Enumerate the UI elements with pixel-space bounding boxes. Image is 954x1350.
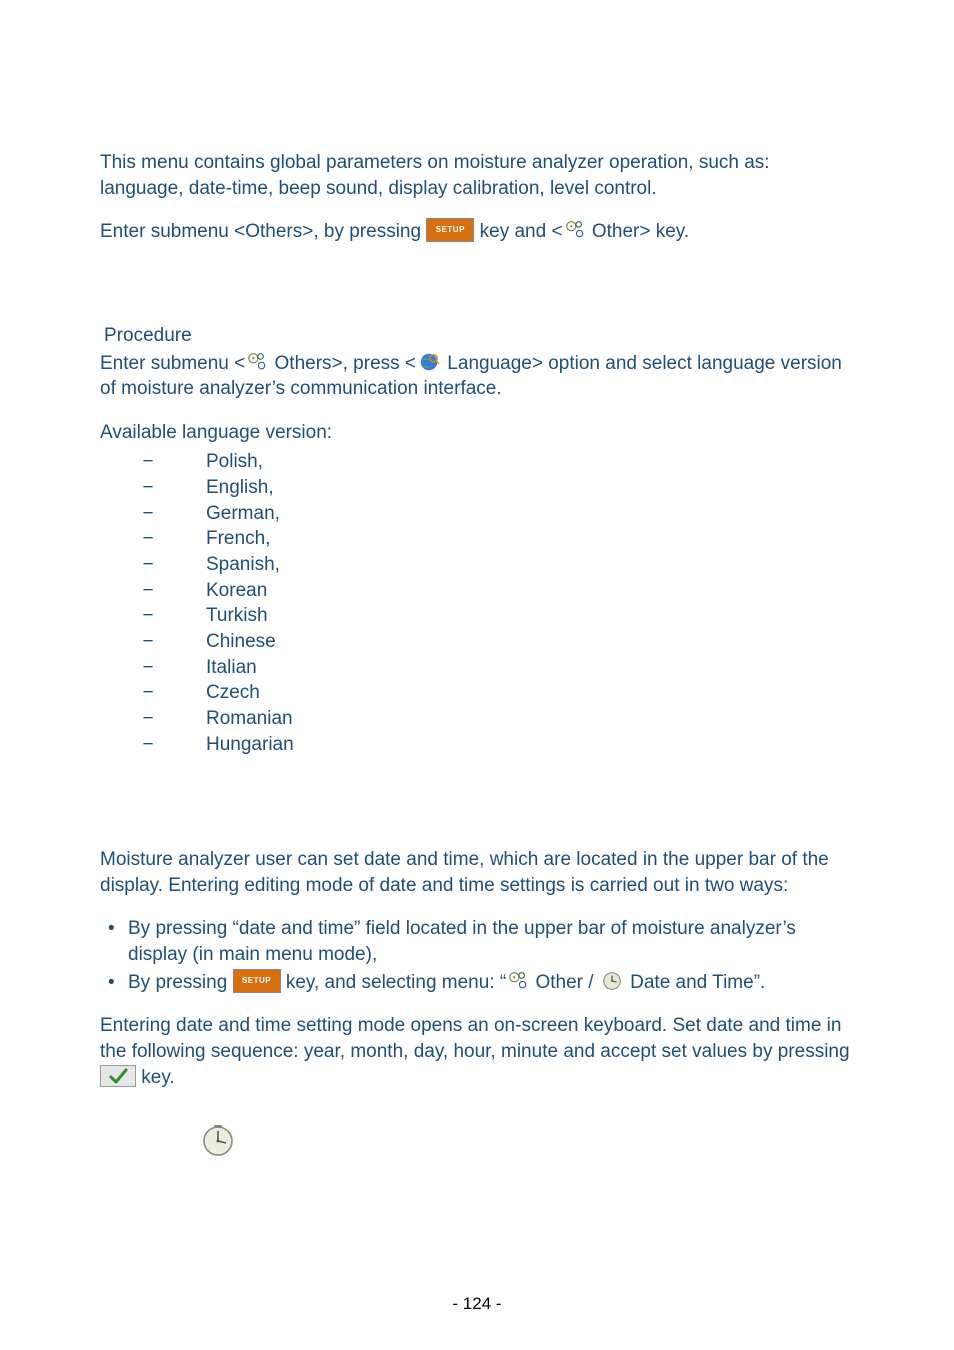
datetime-outro-paragraph: Entering date and time setting mode open… [100,1013,854,1090]
clock-icon [200,1123,236,1157]
check-key-icon [100,1065,136,1087]
gears-icon [564,218,586,240]
text-segment: key, and selecting menu: “ [281,972,507,993]
intro-paragraph: This menu contains global parameters on … [100,150,854,201]
text-segment: By pressing [128,972,233,993]
text-segment: Enter submenu <Others>, by pressing [100,221,426,242]
page-number: - 124 - [0,1293,954,1316]
bullet-dash-icon: − [130,501,166,527]
list-item: − Hungarian [100,732,854,758]
setup-key-icon: SETUP [426,218,474,242]
list-item: − Spanish, [100,552,854,578]
bullet-dash-icon: − [130,680,166,706]
gears-icon [246,350,268,372]
language-name: Turkish [206,603,268,629]
clock-icon [601,970,623,992]
list-item: − Korean [100,578,854,604]
list-item: − Turkish [100,603,854,629]
text-segment: Other> key. [587,221,690,242]
bullet-dash-icon: − [130,706,166,732]
bullet-dash-icon: − [130,475,166,501]
bullet-dash-icon: − [130,732,166,758]
bullet-dash-icon: − [130,655,166,681]
bullet-dash-icon: − [130,552,166,578]
text-segment: Enter submenu < [100,353,245,374]
bullet-dash-icon: − [130,449,166,475]
language-name: Spanish, [206,552,280,578]
language-name: Romanian [206,706,293,732]
language-name: Czech [206,680,260,706]
language-name: Korean [206,578,267,604]
language-name: Chinese [206,629,276,655]
list-item: − French, [100,526,854,552]
bullet-dash-icon: − [130,526,166,552]
list-item: − Italian [100,655,854,681]
language-name: French, [206,526,270,552]
text-segment: Date and Time”. [625,972,765,993]
bullet-dash-icon: − [130,603,166,629]
procedure-paragraph: Enter submenu < Others>, press < Languag… [100,351,854,402]
list-item: − Polish, [100,449,854,475]
gears-icon [507,969,529,991]
list-item: − German, [100,501,854,527]
language-name: English, [206,475,274,501]
text-segment: Others>, press < [269,353,416,374]
list-item: − Chinese [100,629,854,655]
procedure-heading: Procedure [104,323,854,349]
language-name: Polish, [206,449,263,475]
language-name: German, [206,501,280,527]
language-name: Italian [206,655,257,681]
list-item: − English, [100,475,854,501]
list-item: − Romanian [100,706,854,732]
text-segment: Entering date and time setting mode open… [100,1015,850,1062]
text-segment: key and < [474,221,562,242]
text-segment: key. [136,1067,175,1088]
bullet-dash-icon: − [130,629,166,655]
datetime-intro-paragraph: Moisture analyzer user can set date and … [100,847,854,898]
enter-submenu-paragraph: Enter submenu <Others>, by pressing SETU… [100,219,854,245]
datetime-bullet-list: By pressing “date and time” field locate… [100,916,854,995]
text-segment: Other / [530,972,599,993]
setup-key-icon: SETUP [233,969,281,993]
available-languages-heading: Available language version: [100,420,854,446]
bullet-dash-icon: − [130,578,166,604]
language-name: Hungarian [206,732,294,758]
list-item: By pressing “date and time” field locate… [100,916,854,967]
text-segment: By pressing “date and time” field locate… [128,918,796,965]
globe-icon [418,351,440,373]
language-list: − Polish, − English, − German, − French, − Spanis… [100,449,854,757]
list-item: By pressing SETUP key, and selecting men… [100,970,854,996]
list-item: − Czech [100,680,854,706]
